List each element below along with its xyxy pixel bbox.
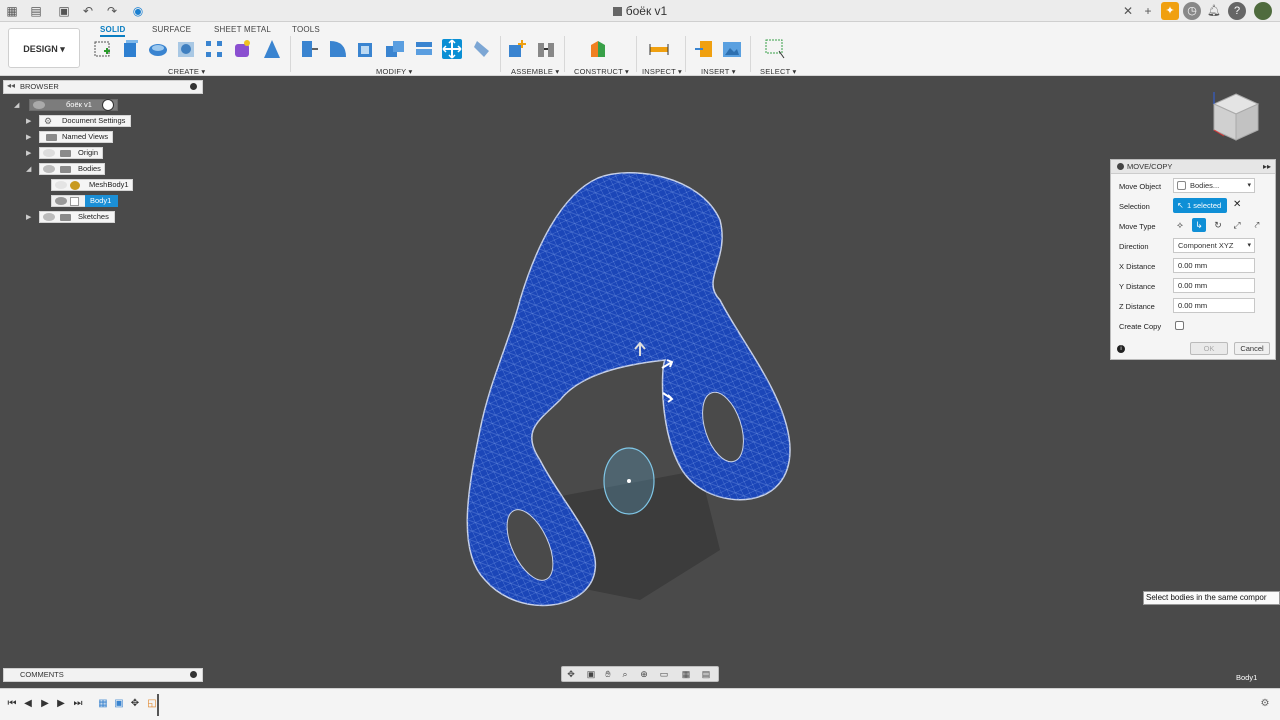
mesh-body-icon [70,181,80,190]
meshbody-visibility-icon[interactable] [55,181,67,189]
move-object-label: Move Object [1119,182,1162,191]
step-back-icon[interactable]: ◀ [22,698,34,710]
move-copy-dialog: MOVE/COPY ▸▸ Move Object Bodies... ▾ Sel… [1110,159,1276,360]
z-distance-label: Z Distance [1119,302,1155,311]
display-settings-icon[interactable]: ▭ [658,669,670,680]
look-at-icon[interactable]: ▣ [585,669,597,680]
bodies-visibility-icon[interactable] [43,165,55,173]
body-icon [1177,181,1186,190]
browser-title: BROWSER [20,82,59,91]
tree-item-body1-row[interactable]: Body1 [51,195,118,207]
y-distance-input[interactable]: 0.00 mm [1173,278,1255,293]
comments-pin-icon[interactable] [190,671,197,678]
collapse-panel-icon[interactable]: ◂◂ [7,81,15,90]
gear-icon: ⚙ [44,116,53,126]
y-distance-label: Y Distance [1119,282,1156,291]
play-icon[interactable]: ▶ [39,698,51,710]
viewcube[interactable] [1210,90,1262,146]
tree-item-document-settings[interactable]: ⚙ Document Settings [39,115,131,127]
tree-item-origin[interactable]: Origin [39,147,103,159]
create-copy-checkbox[interactable] [1175,321,1184,330]
selection-chip[interactable]: ↖ 1 selected [1173,198,1227,213]
body-icon [70,197,79,206]
pan-icon[interactable]: ✋︎ [602,669,614,680]
go-to-end-icon[interactable]: ⏭ [72,698,84,710]
dialog-header[interactable]: MOVE/COPY ▸▸ [1111,160,1275,174]
tooltip: Select bodies in the same compor [1143,591,1280,605]
folder-icon [60,214,71,221]
browser-panel[interactable]: ◂◂ BROWSER [3,80,203,94]
tree-item-meshbody1[interactable]: MeshBody1 [51,179,133,191]
expand-document-settings-icon[interactable]: ▶ [26,117,31,125]
cancel-button[interactable]: Cancel [1234,342,1270,355]
direction-label: Direction [1119,242,1149,251]
comments-title: COMMENTS [20,670,64,679]
browser-pin-icon[interactable] [190,83,197,90]
z-distance-input[interactable]: 0.00 mm [1173,298,1255,313]
orbit-icon[interactable]: ✥ [565,669,577,680]
x-distance-input[interactable]: 0.00 mm [1173,258,1255,273]
folder-icon [60,150,71,157]
x-distance-label: X Distance [1119,262,1156,271]
point-to-position-icon[interactable]: ⤤ [1250,218,1264,232]
timeline: ⏮ ◀ ▶ ▶ ⏭ ▦ ▣ ✥ ◱ ⚙ [0,688,1280,720]
rotate-icon[interactable]: ↻ [1211,218,1225,232]
timeline-marker[interactable] [157,694,159,716]
activate-radio-icon[interactable] [102,99,114,111]
move-object-dropdown[interactable]: Bodies... ▾ [1173,178,1255,193]
root-visibility-icon[interactable] [33,101,45,109]
comments-panel[interactable]: COMMENTS [3,668,203,682]
tree-item-named-views[interactable]: Named Views [39,131,113,143]
cursor-icon: ↖ [1177,201,1184,210]
chevron-down-icon: ▾ [1247,242,1251,249]
info-icon[interactable]: i [1117,345,1125,353]
direction-dropdown[interactable]: Component XYZ ▾ [1173,238,1255,253]
ok-button[interactable]: OK [1190,342,1228,355]
tree-item-sketches[interactable]: Sketches [39,211,115,223]
root-expand-icon[interactable]: ◢ [14,101,19,109]
free-move-icon[interactable]: ⟡ [1173,218,1187,232]
sketches-visibility-icon[interactable] [43,213,55,221]
viewports-icon[interactable]: ▤ [700,669,712,680]
selection-label: Selection [1119,202,1150,211]
viewport-canvas[interactable] [0,0,1280,720]
dialog-icon [1117,163,1124,170]
origin-visibility-icon[interactable] [43,149,55,157]
chevron-down-icon: ▾ [1247,182,1251,189]
zoom-icon[interactable]: ⌕ [619,669,631,680]
folder-icon [46,134,57,141]
expand-origin-icon[interactable]: ▶ [26,149,31,157]
tree-item-bodies[interactable]: Bodies [39,163,105,175]
clear-selection-icon[interactable]: ✕ [1233,199,1241,210]
go-to-start-icon[interactable]: ⏮ [6,698,18,710]
expand-sketches-icon[interactable]: ▶ [26,213,31,221]
expand-dialog-icon[interactable]: ▸▸ [1263,160,1271,173]
translate-xyz-icon[interactable]: ↳ [1192,218,1206,232]
selected-body-label: Body1 [1236,673,1258,682]
timeline-settings-icon[interactable]: ⚙ [1259,698,1271,710]
move-type-label: Move Type [1119,222,1156,231]
timeline-feature-move-icon[interactable]: ✥ [129,698,141,710]
step-forward-icon[interactable]: ▶ [55,698,67,710]
body1-visibility-icon[interactable] [55,197,67,205]
point-to-point-icon[interactable]: ⤢ [1230,218,1244,232]
manipulator-center[interactable] [627,479,631,483]
navigation-bar: ✥ ▣ ✋︎ ⌕ ⊕ ▭ ▦ ▤ [561,666,719,682]
create-copy-label: Create Copy [1119,322,1162,331]
fit-icon[interactable]: ⊕ [638,669,650,680]
expand-named-views-icon[interactable]: ▶ [26,133,31,141]
tree-item-body1[interactable]: Body1 [85,195,118,207]
grid-icon[interactable]: ▦ [680,669,692,680]
collapse-bodies-icon[interactable]: ◢ [26,165,31,173]
timeline-feature-mesh-icon[interactable]: ▦ [97,698,109,710]
timeline-feature-body-icon[interactable]: ▣ [113,698,125,710]
folder-icon [60,166,71,173]
